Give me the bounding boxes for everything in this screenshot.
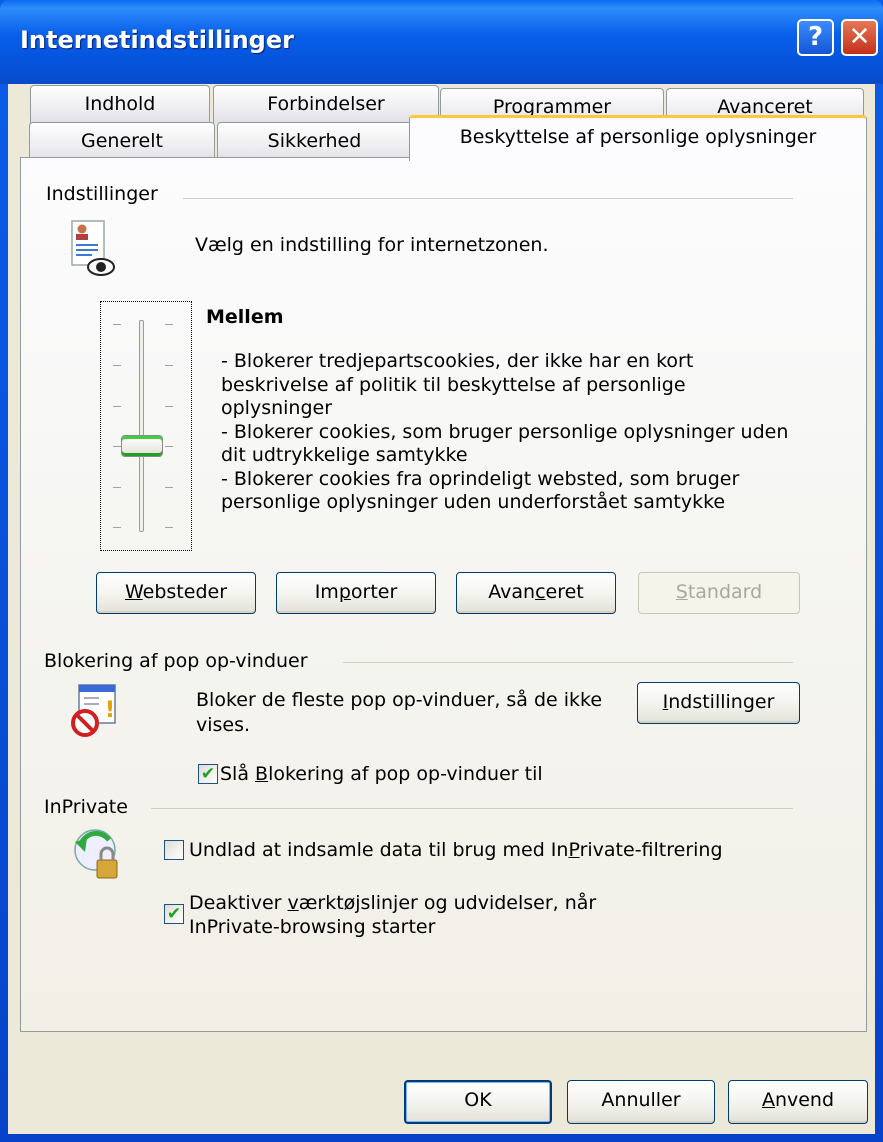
popup-description-line2: vises. [196,714,251,736]
help-button[interactable]: ? [797,19,834,56]
inprivate-toolbars-label[interactable]: Deaktiver værktøjslinjer og udvidelser, … [189,891,596,915]
cancel-button[interactable]: Annuller [567,1080,715,1124]
svg-text:!: ! [105,698,115,723]
inprivate-group-label: InPrivate [44,796,128,818]
inprivate-group-line [151,808,793,809]
tab-forbindelser[interactable]: Forbindelser [213,85,439,123]
popup-blocker-checkbox[interactable]: ✔ [198,764,218,784]
popup-blocker-checkbox-label[interactable]: Slå Blokering af pop op-vinduer til [220,762,543,786]
dialog-window: Internetindstillinger ? ✕ Indhold Forbin… [0,0,883,1142]
default-button: Standard [638,572,800,614]
popup-group-line [343,662,793,663]
tab-panel: Indstillinger Vælg en indstilling for in… [20,157,867,1032]
ok-button[interactable]: OK [404,1080,552,1124]
inprivate-filtering-label[interactable]: Undlad at indsamle data til brug med InP… [189,838,723,862]
privacy-level-title: Mellem [206,306,284,328]
privacy-level-slider[interactable] [100,301,192,551]
inprivate-filtering-checkbox[interactable]: ✔ [164,840,184,860]
inprivate-icon [71,826,123,886]
title-bar[interactable]: Internetindstillinger ? ✕ [0,0,883,84]
zone-description: Vælg en indstilling for internetzonen. [195,234,549,256]
window-title: Internetindstillinger [20,26,294,54]
tab-sikkerhed[interactable]: Sikkerhed [217,122,412,160]
privacy-level-description: - Blokerer tredjepartscookies, der ikke … [221,350,789,513]
popup-group-label: Blokering af pop op-vinduer [44,650,308,672]
inprivate-toolbars-label-line2: InPrivate-browsing starter [189,916,436,938]
advanced-button[interactable]: Avanceret [456,572,616,614]
close-button[interactable]: ✕ [841,19,878,56]
sites-button[interactable]: Websteder [96,572,256,614]
inprivate-toolbars-checkbox[interactable]: ✔ [164,904,184,924]
settings-group-label: Indstillinger [46,183,158,205]
tab-generelt[interactable]: Generelt [29,122,215,160]
settings-group-line [183,198,793,199]
slider-thumb[interactable] [121,435,163,457]
tab-indhold[interactable]: Indhold [30,85,210,123]
tab-beskyttelse[interactable]: Beskyttelse af personlige oplysninger [409,115,867,161]
apply-button[interactable]: Anvend [728,1080,868,1124]
popup-settings-button[interactable]: Indstillinger [637,682,800,724]
popup-blocker-icon: ! [69,683,119,739]
import-button[interactable]: Importer [276,572,436,614]
slider-track[interactable] [139,320,144,532]
privacy-icon [68,219,118,279]
popup-description-line1: Bloker de fleste pop op-vinduer, så de i… [196,689,603,711]
dialog-client-area: Indhold Forbindelser Programmer Avancere… [8,84,875,1134]
